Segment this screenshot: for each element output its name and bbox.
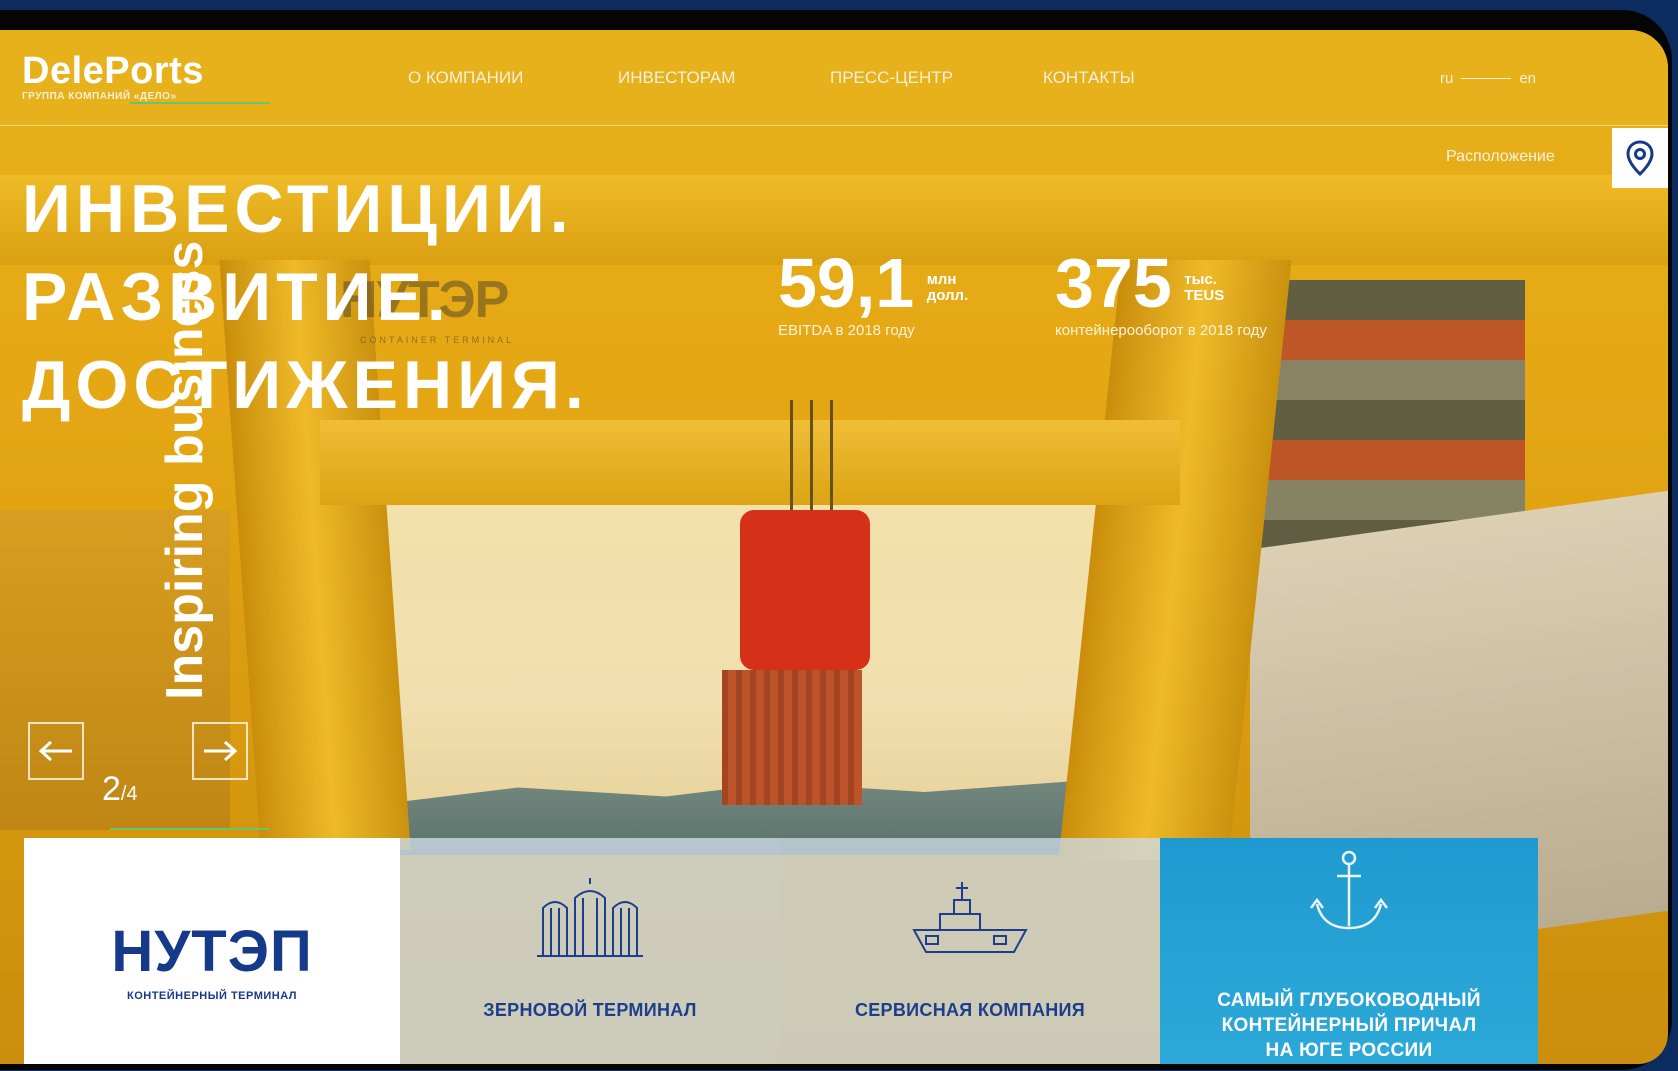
map-pin-icon [1626,140,1654,176]
card-label-line-2: КОНТЕЙНЕРНЫЙ ПРИЧАЛ [1221,1015,1477,1036]
slider-prev-button[interactable] [28,722,84,780]
ship-icon [912,882,1028,953]
stat-teus: 375 тыс. TEUS контейнерооборот в 2018 год… [1055,248,1267,339]
logo-subtitle: ГРУППА КОМПАНИЙ «ДЕЛО» [22,91,177,102]
lang-en[interactable]: en [1519,70,1536,87]
card-icon-wrap [400,878,780,958]
location-button[interactable] [1612,128,1668,188]
anchor-icon [1310,850,1388,930]
nav-item-company[interactable]: О КОМПАНИИ [408,68,523,88]
hero-headline: ИНВЕСТИЦИИ. РАЗВИТИЕ. ДОСТИЖЕНИЯ. [22,165,589,429]
lang-ru[interactable]: ru [1440,70,1453,87]
card-icon-wrap [1160,848,1538,938]
logo-text-2: Ports [104,50,204,92]
stat-unit-1: тыс. [1184,271,1217,288]
headline-line-3: ДОСТИЖЕНИЯ. [22,347,589,423]
headline-line-2: РАЗВИТИЕ. [22,259,451,335]
lang-separator [1461,78,1512,79]
stat-ebitda: 59,1 млн долл. EBITDA в 2018 году [778,248,968,339]
stat-caption: контейнерооборот в 2018 году [1055,322,1267,339]
card-deep-water-berth[interactable]: САМЫЙ ГЛУБОКОВОДНЫЙ КОНТЕЙНЕРНЫЙ ПРИЧАЛ … [1160,838,1538,1064]
nav-item-contacts[interactable]: КОНТАКТЫ [1043,68,1135,88]
slide-counter: 2/4 [102,770,138,808]
card-grain-terminal[interactable]: ЗЕРНОВОЙ ТЕРМИНАЛ [400,838,780,1064]
nutep-logo-text: НУТЭП [111,919,313,984]
language-switch: ru en [1440,70,1536,87]
vertical-overlay-text: Inspiring business [156,240,214,700]
top-header: DelePorts ГРУППА КОМПАНИЙ «ДЕЛО» О КОМПА… [0,30,1668,126]
slider-progress-line [110,828,270,830]
stat-caption: EBITDA в 2018 году [778,322,915,339]
card-icon-wrap [780,878,1160,958]
brand-logo[interactable]: DelePorts ГРУППА КОМПАНИЙ «ДЕЛО» [22,50,204,102]
card-label: СЕРВИСНАЯ КОМПАНИЯ [854,1000,1086,1020]
arrow-left-icon [38,740,72,762]
site-screen: НУТЭР CONTAINER TERMINAL DelePorts ГРУПП… [0,30,1668,1064]
card-label-line-3: НА ЮГЕ РОССИИ [1265,1040,1433,1061]
card-label: САМЫЙ ГЛУБОКОВОДНЫЙ КОНТЕЙНЕРНЫЙ ПРИЧАЛ … [1160,988,1538,1063]
stat-unit-2: TEUS [1184,287,1225,304]
nav-item-press[interactable]: ПРЕСС-ЦЕНТР [830,68,953,88]
logo-underline [130,102,270,104]
stat-value: 375 [1055,244,1172,322]
silo-icon [537,878,643,957]
headline-line-1: ИНВЕСТИЦИИ. [22,171,574,247]
slider-next-button[interactable] [192,722,248,780]
nav-item-investors[interactable]: ИНВЕСТОРАМ [618,68,735,88]
nutep-subtitle: КОНТЕЙНЕРНЫЙ ТЕРМИНАЛ [126,990,298,1002]
stat-unit: тыс. TEUS [1184,272,1224,304]
arrow-right-icon [204,740,238,762]
stat-unit-2: долл. [926,287,969,304]
card-nutep[interactable]: НУТЭП КОНТЕЙНЕРНЫЙ ТЕРМИНАЛ [24,838,400,1064]
stat-unit: млн долл. [927,272,969,304]
card-label: ЗЕРНОВОЙ ТЕРМИНАЛ [483,1000,697,1020]
slide-total: 4 [126,783,138,805]
card-service-company[interactable]: СЕРВИСНАЯ КОМПАНИЯ [780,838,1160,1064]
card-label-line-1: САМЫЙ ГЛУБОКОВОДНЫЙ [1217,990,1481,1011]
stat-unit-1: млн [926,271,957,288]
slide-current: 2 [102,770,121,808]
location-label[interactable]: Расположение [1446,148,1555,166]
logo-text-1: Dele [22,50,105,92]
stat-value: 59,1 [778,244,915,322]
